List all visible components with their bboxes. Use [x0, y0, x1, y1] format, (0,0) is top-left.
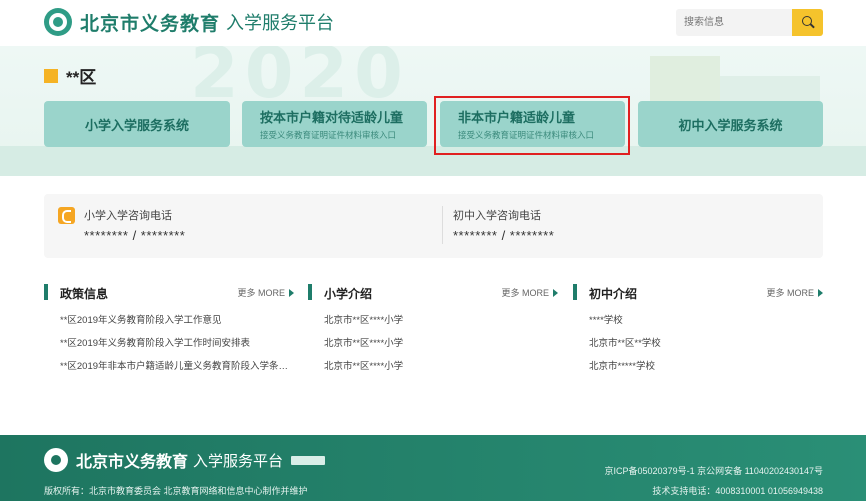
footer-logo: 北京市义务教育 入学服务平台: [44, 448, 326, 472]
support-phone-text: 技术支持电话：4008310001 01056949438: [652, 486, 823, 496]
more-link-label: 更多 MORE: [766, 288, 814, 298]
column-header: 政策信息 更多 MORE: [44, 283, 294, 301]
caret-right-icon: [818, 289, 823, 297]
region-title: **区: [44, 63, 96, 88]
card-title: 按本市户籍对待适龄儿童: [260, 110, 404, 125]
primary-school-service-card[interactable]: 小学入学服务系统: [44, 101, 230, 147]
phone-icon: [58, 207, 75, 224]
middle-school-intro-column: 初中介绍 更多 MORE ****学校 北京市**区**学校 北京市*****学…: [573, 283, 823, 383]
middle-school-service-card[interactable]: 初中入学服务系统: [638, 101, 823, 147]
column-marker: [573, 284, 577, 300]
column-title: 小学介绍: [324, 287, 373, 301]
list-item[interactable]: 北京市**区****小学: [324, 360, 558, 383]
site-footer: 北京市义务教育 入学服务平台 版权所有：北京市教育委员会 北京教育网络和信息中心…: [0, 435, 866, 501]
list-item[interactable]: **区2019年非本市户籍适龄儿童义务教育阶段入学条件...: [60, 360, 294, 383]
logo-subtitle: 入学服务平台: [226, 13, 335, 33]
column-header: 小学介绍 更多 MORE: [308, 283, 558, 301]
more-link-label: 更多 MORE: [501, 288, 549, 298]
column-title: 初中介绍: [589, 287, 638, 301]
column-title: 政策信息: [60, 287, 109, 301]
selection-highlight-box: [434, 96, 630, 155]
region-flag-icon: [44, 68, 58, 83]
divider: [442, 206, 443, 244]
caret-right-icon: [289, 289, 294, 297]
primary-hotline-label: 小学入学咨询电话: [84, 210, 172, 222]
banner-hill-illustration: [0, 146, 866, 176]
card-subtitle: 接受义务教育证明证件材料审核入口: [260, 130, 397, 140]
middle-hotline-label: 初中入学咨询电话: [453, 210, 541, 222]
column-marker: [308, 284, 312, 300]
middle-hotline-number: ******** / ********: [453, 228, 555, 243]
more-link-label: 更多 MORE: [237, 288, 285, 298]
icp-record-text: 京ICP备05020379号-1 京公网安备 11040202430147号: [604, 466, 823, 476]
school-list: 北京市**区****小学 北京市**区****小学 北京市**区****小学: [308, 314, 558, 383]
policy-info-column: 政策信息 更多 MORE **区2019年义务教育阶段入学工作意见 **区201…: [44, 283, 294, 383]
list-item[interactable]: 北京市**区****小学: [324, 314, 558, 337]
local-hukou-children-card[interactable]: 按本市户籍对待适龄儿童 接受义务教育证明证件材料审核入口: [242, 101, 427, 147]
more-link[interactable]: 更多 MORE: [766, 286, 823, 299]
primary-hotline-number: ******** / ********: [84, 228, 186, 243]
list-item[interactable]: ****学校: [589, 314, 823, 337]
list-item[interactable]: 北京市*****学校: [589, 360, 823, 383]
more-link[interactable]: 更多 MORE: [237, 286, 294, 299]
more-link[interactable]: 更多 MORE: [501, 286, 558, 299]
hero-banner: 2020 **区 小学入学服务系统 按本市户籍对待适龄儿童 接受义务教育证明证件…: [0, 46, 866, 176]
card-title: 小学入学服务系统: [84, 117, 189, 133]
logo-emblem-icon: [44, 448, 68, 472]
search-button[interactable]: [792, 9, 823, 36]
news-list: **区2019年义务教育阶段入学工作意见 **区2019年义务教育阶段入学工作时…: [44, 314, 294, 383]
list-item[interactable]: **区2019年义务教育阶段入学工作时间安排表: [60, 337, 294, 360]
footer-title: 北京市义务教育: [76, 454, 189, 471]
site-logo[interactable]: 北京市义务教育 入学服务平台: [44, 8, 334, 36]
logo-emblem-icon: [44, 8, 72, 36]
card-title: 初中入学服务系统: [678, 117, 783, 133]
hotline-panel: 小学入学咨询电话 ******** / ******** 初中入学咨询电话 **…: [44, 194, 823, 258]
list-item[interactable]: 北京市**区**学校: [589, 337, 823, 360]
list-item[interactable]: 北京市**区****小学: [324, 337, 558, 360]
logo-title: 北京市义务教育: [80, 13, 221, 35]
column-header: 初中介绍 更多 MORE: [573, 283, 823, 301]
footer-badge-icon: [291, 455, 326, 465]
school-list: ****学校 北京市**区**学校 北京市*****学校: [573, 314, 823, 383]
search-box: [676, 9, 823, 36]
copyright-text: 版权所有：北京市教育委员会 北京教育网络和信息中心制作并维护: [44, 486, 308, 496]
caret-right-icon: [553, 289, 558, 297]
search-input[interactable]: [676, 9, 792, 36]
top-header: 北京市义务教育 入学服务平台: [0, 0, 866, 46]
primary-school-intro-column: 小学介绍 更多 MORE 北京市**区****小学 北京市**区****小学 北…: [308, 283, 558, 383]
footer-subtitle: 入学服务平台: [193, 452, 284, 470]
list-item[interactable]: **区2019年义务教育阶段入学工作意见: [60, 314, 294, 337]
region-label: **区: [66, 68, 97, 87]
column-marker: [44, 284, 48, 300]
